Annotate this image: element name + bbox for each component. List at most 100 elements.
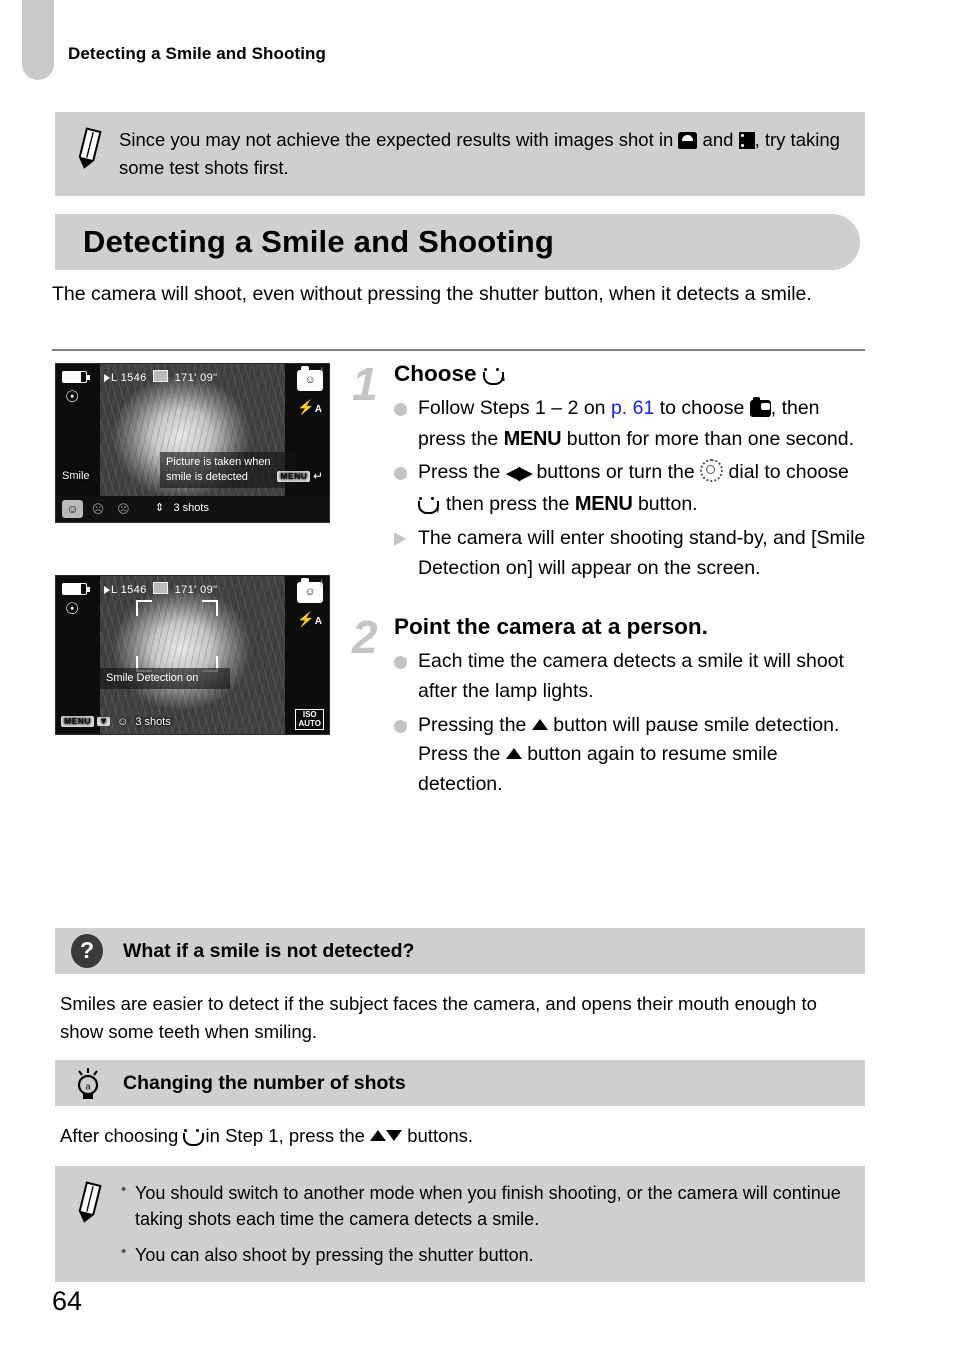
lcd-top-info-2: L 1546 171' 09" xyxy=(104,582,217,596)
step-1-bullets: Follow Steps 1 – 2 on p. 61 to choose , … xyxy=(352,394,867,583)
page-title: Detecting a Smile and Shooting xyxy=(83,224,555,259)
text-part: The camera will enter shooting stand-by,… xyxy=(418,526,866,579)
lcd-screen-smile-setting: ☉ L 1546 171' 09" ↓ ☺ ⚡A Picture is taken… xyxy=(55,363,330,523)
text-part: dial to choose xyxy=(723,461,849,484)
lcd-smile-label: Smile xyxy=(62,470,90,482)
bullet-dot-icon xyxy=(394,719,407,733)
up-button-icon xyxy=(531,718,548,730)
text-part: Follow Steps 1 – 2 on xyxy=(418,397,611,420)
menu-button-label: MENU xyxy=(574,493,633,516)
tip-body: After choosing in Step 1, press the butt… xyxy=(60,1122,865,1150)
lcd-screenshot-column: ☉ L 1546 171' 09" ↓ ☺ ⚡A Picture is taken… xyxy=(55,363,335,787)
step-2-number: 2 xyxy=(352,611,378,664)
text-part: in Step 1, press the xyxy=(200,1125,371,1146)
bottom-note-text: You should switch to another mode when y… xyxy=(119,1166,865,1282)
list-item: Press the ◀▶ buttons or turn the dial to… xyxy=(394,458,867,520)
memory-card-icon-2 xyxy=(153,582,169,594)
text-part: button for more than one second. xyxy=(561,427,855,450)
scene-portrait-icon xyxy=(678,132,698,149)
step-1-title-text: Choose xyxy=(394,361,477,386)
wink-self-timer-option-icon[interactable]: ☹ xyxy=(87,500,108,518)
qa-title: What if a smile is not detected? xyxy=(123,940,415,962)
bullet-dot-icon xyxy=(394,403,407,417)
page-number: 64 xyxy=(52,1286,83,1316)
svg-text:a: a xyxy=(85,1082,90,1092)
bullet-dot-icon xyxy=(394,467,407,481)
list-item: You should switch to another mode when y… xyxy=(119,1179,847,1232)
movie-mode-icon xyxy=(738,132,755,149)
lcd-rec-time: 171' 09" xyxy=(174,372,218,384)
lcd-screen-smile-detection-on: ☉ L 1546 171' 09" ↓ ☺ ⚡A Smile Detection … xyxy=(55,575,330,735)
list-item: The camera will enter shooting stand-by,… xyxy=(394,524,867,583)
question-mark-icon: ? xyxy=(71,934,105,968)
chapter-edge-tab xyxy=(22,0,54,80)
text-part: to choose xyxy=(654,397,750,420)
memory-card-icon xyxy=(153,370,169,382)
tip-header-bar: a Changing the number of shots xyxy=(55,1060,865,1106)
smile-face-icon xyxy=(418,497,439,515)
lcd-rec-time-2: 171' 09" xyxy=(174,584,218,596)
lcd-message-banner: Picture is taken when smile is detected xyxy=(160,452,296,488)
top-note-box: Since you may not achieve the expected r… xyxy=(55,112,865,197)
portrait-mode-icon: ☉ xyxy=(65,389,80,406)
section-title-bar: Detecting a Smile and Shooting xyxy=(55,214,860,270)
menu-button-label: MENU xyxy=(503,427,562,450)
lcd-quality: L xyxy=(111,372,118,384)
smile-face-option-icon[interactable]: ☺ xyxy=(62,500,83,518)
text-part: Press the xyxy=(418,461,506,484)
smile-shutter-icon: ↓ ☺ xyxy=(297,364,325,391)
bullet-triangle-icon xyxy=(394,531,406,546)
top-note-part-1: Since you may not achieve the expected r… xyxy=(119,129,679,150)
up-button-icon xyxy=(370,1130,387,1141)
pencil-icon xyxy=(73,126,107,170)
qa-body: Smiles are easier to detect if the subje… xyxy=(60,993,817,1042)
lcd-bottom-bar: ☺ ☹ ☹ ⇕ 3 shots xyxy=(56,496,329,522)
battery-full-icon xyxy=(62,371,90,383)
list-item: You can also shoot by pressing the shutt… xyxy=(119,1241,847,1268)
step-2-title: Point the camera at a person. xyxy=(394,614,708,640)
lightbulb-icon: a xyxy=(71,1066,105,1100)
step-2: 2 Point the camera at a person. Each tim… xyxy=(352,613,867,799)
control-dial-icon xyxy=(700,459,724,483)
smile-face-icon xyxy=(183,1129,205,1146)
up-button-icon xyxy=(505,748,522,760)
lcd-shots-count: 3 shots xyxy=(173,502,209,515)
horizontal-divider xyxy=(52,349,865,351)
lcd-left-panel-2 xyxy=(56,576,100,734)
tip-title: Changing the number of shots xyxy=(123,1072,406,1094)
lcd-shots-remaining-2: 1546 xyxy=(120,584,147,596)
text-part: Pressing the xyxy=(418,713,532,736)
step-1-number: 1 xyxy=(352,358,378,410)
text-part: buttons. xyxy=(402,1125,474,1146)
smile-face-icon xyxy=(482,368,504,385)
lcd-top-info: L 1546 171' 09" xyxy=(104,370,217,384)
lcd-shots-remaining: 1546 xyxy=(120,372,147,384)
lcd-quality-2: L xyxy=(111,584,118,596)
lcd-bottom-controls: MENU ▼ ☺ 3 shots xyxy=(61,716,171,728)
step-instructions: 1 Choose . Follow Steps 1 – 2 on p. 61 t… xyxy=(352,360,867,821)
text-part: , then press the xyxy=(435,493,575,516)
running-header: Detecting a Smile and Shooting xyxy=(68,44,327,63)
top-note-part-2: and xyxy=(697,129,739,150)
iso-auto-icon: ISO AUTO xyxy=(295,709,324,730)
up-down-stepper-icon: ⇕ xyxy=(154,502,165,515)
text-part: buttons or turn the xyxy=(531,461,701,484)
down-button-icon xyxy=(386,1130,403,1141)
step-1-title: Choose . xyxy=(352,360,867,388)
smile-shutter-icon-2: ↓ ☺ xyxy=(297,576,325,603)
down-arrow-icon: ▼ xyxy=(97,716,111,726)
page-link[interactable]: p. 61 xyxy=(611,397,654,419)
battery-full-icon-2 xyxy=(62,583,90,595)
text-part: Each time the camera detects a smile it … xyxy=(418,650,844,702)
face-detection-frame xyxy=(136,600,218,672)
qa-header-bar: ? What if a smile is not detected? xyxy=(55,928,865,974)
text-part: After choosing xyxy=(60,1125,184,1146)
smile-shutter-icon xyxy=(749,397,771,418)
list-item: Each time the camera detects a smile it … xyxy=(394,647,867,706)
step-2-bullets: Each time the camera detects a smile it … xyxy=(352,647,867,799)
portrait-mode-icon-2: ☉ xyxy=(65,601,80,618)
lcd-menu-return: MENU ↵ xyxy=(277,470,323,482)
face-self-timer-option-icon[interactable]: ☹ xyxy=(113,500,134,518)
bottom-note-box: You should switch to another mode when y… xyxy=(55,1166,865,1283)
list-item: Pressing the button will pause smile det… xyxy=(394,711,867,800)
